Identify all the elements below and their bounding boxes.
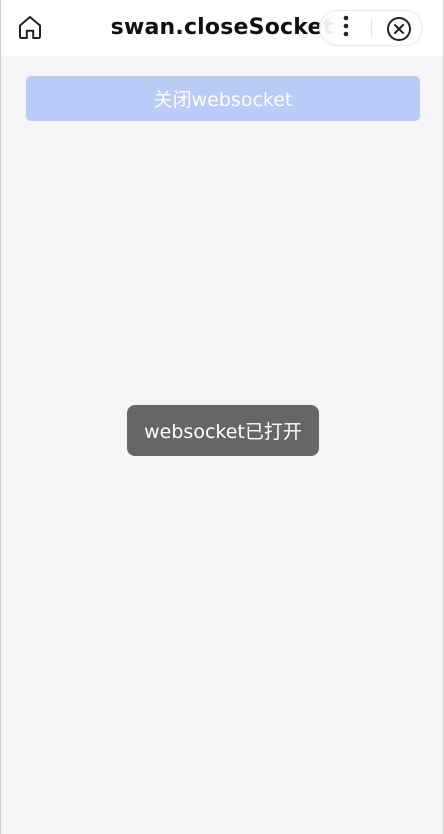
menu-capsule (319, 10, 423, 46)
app-page: swan.closeSocket 关闭websocket websocket已打… (0, 0, 444, 834)
close-websocket-button[interactable]: 关闭websocket (26, 76, 420, 121)
more-vertical-icon (343, 15, 349, 41)
toast-message: websocket已打开 (127, 405, 319, 456)
more-button[interactable] (330, 15, 362, 41)
navigation-bar: swan.closeSocket (1, 0, 443, 56)
close-circle-icon (386, 16, 412, 42)
capsule-divider (371, 19, 372, 37)
close-button[interactable] (385, 15, 413, 43)
